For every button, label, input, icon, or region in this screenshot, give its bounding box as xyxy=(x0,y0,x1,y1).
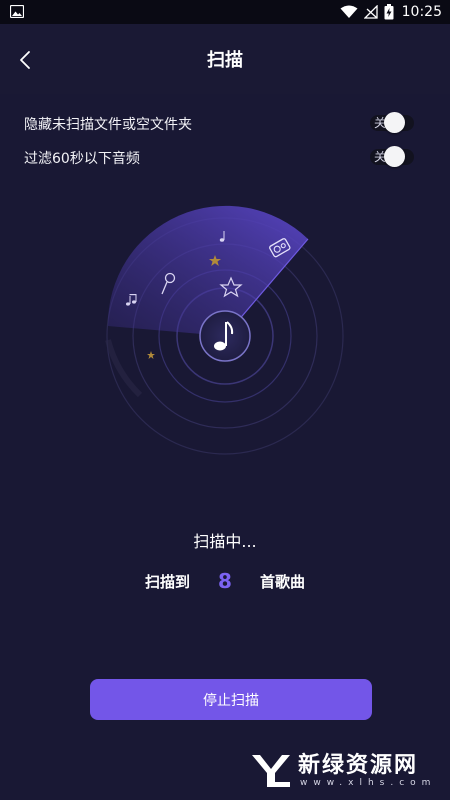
toggle-knob xyxy=(384,146,405,167)
setting-filter-short-audio: 过滤60秒以下音频 关 xyxy=(0,142,450,174)
no-signal-icon xyxy=(363,5,378,19)
stop-scan-button[interactable]: 停止扫描 xyxy=(90,679,372,720)
image-notification-icon xyxy=(10,5,24,18)
watermark: 新绿资源网 www.xlhs.com xyxy=(250,748,445,794)
watermark-logo-icon xyxy=(252,755,290,787)
scan-screen: 10:25 扫描 隐藏未扫描文件或空文件夹 关 过滤60秒以下音频 关 扫描中.… xyxy=(0,0,450,800)
scan-count-value: 8 xyxy=(218,569,232,593)
wifi-icon xyxy=(340,5,358,18)
status-bar: 10:25 xyxy=(0,0,450,24)
radar-tail-arc xyxy=(105,339,143,398)
status-indicators: 10:25 xyxy=(340,3,442,21)
battery-charging-icon xyxy=(384,4,394,20)
watermark-text: 新绿资源网 www.xlhs.com xyxy=(298,753,437,789)
filter-short-audio-toggle[interactable]: 关 xyxy=(370,146,414,167)
watermark-name: 新绿资源网 xyxy=(298,753,419,778)
toggle-knob xyxy=(384,112,405,133)
stop-scan-label: 停止扫描 xyxy=(203,692,259,709)
scan-status-text: 扫描中... xyxy=(193,532,257,551)
page-title: 扫描 xyxy=(207,50,243,71)
setting-label: 过滤60秒以下音频 xyxy=(24,151,140,167)
setting-hide-unscanned: 隐藏未扫描文件或空文件夹 关 xyxy=(0,108,450,140)
header: 扫描 xyxy=(0,24,450,94)
scan-count-suffix: 首歌曲 xyxy=(259,572,305,591)
watermark-url: www.xlhs.com xyxy=(300,778,437,788)
radar-sweep xyxy=(107,205,309,336)
scan-count-row: 扫描到 8 首歌曲 xyxy=(0,566,450,596)
status-time: 10:25 xyxy=(401,4,442,20)
scan-radar xyxy=(105,205,344,455)
scan-count-prefix: 扫描到 xyxy=(145,572,191,591)
hide-unscanned-toggle[interactable]: 关 xyxy=(370,112,414,133)
setting-label: 隐藏未扫描文件或空文件夹 xyxy=(24,117,192,133)
